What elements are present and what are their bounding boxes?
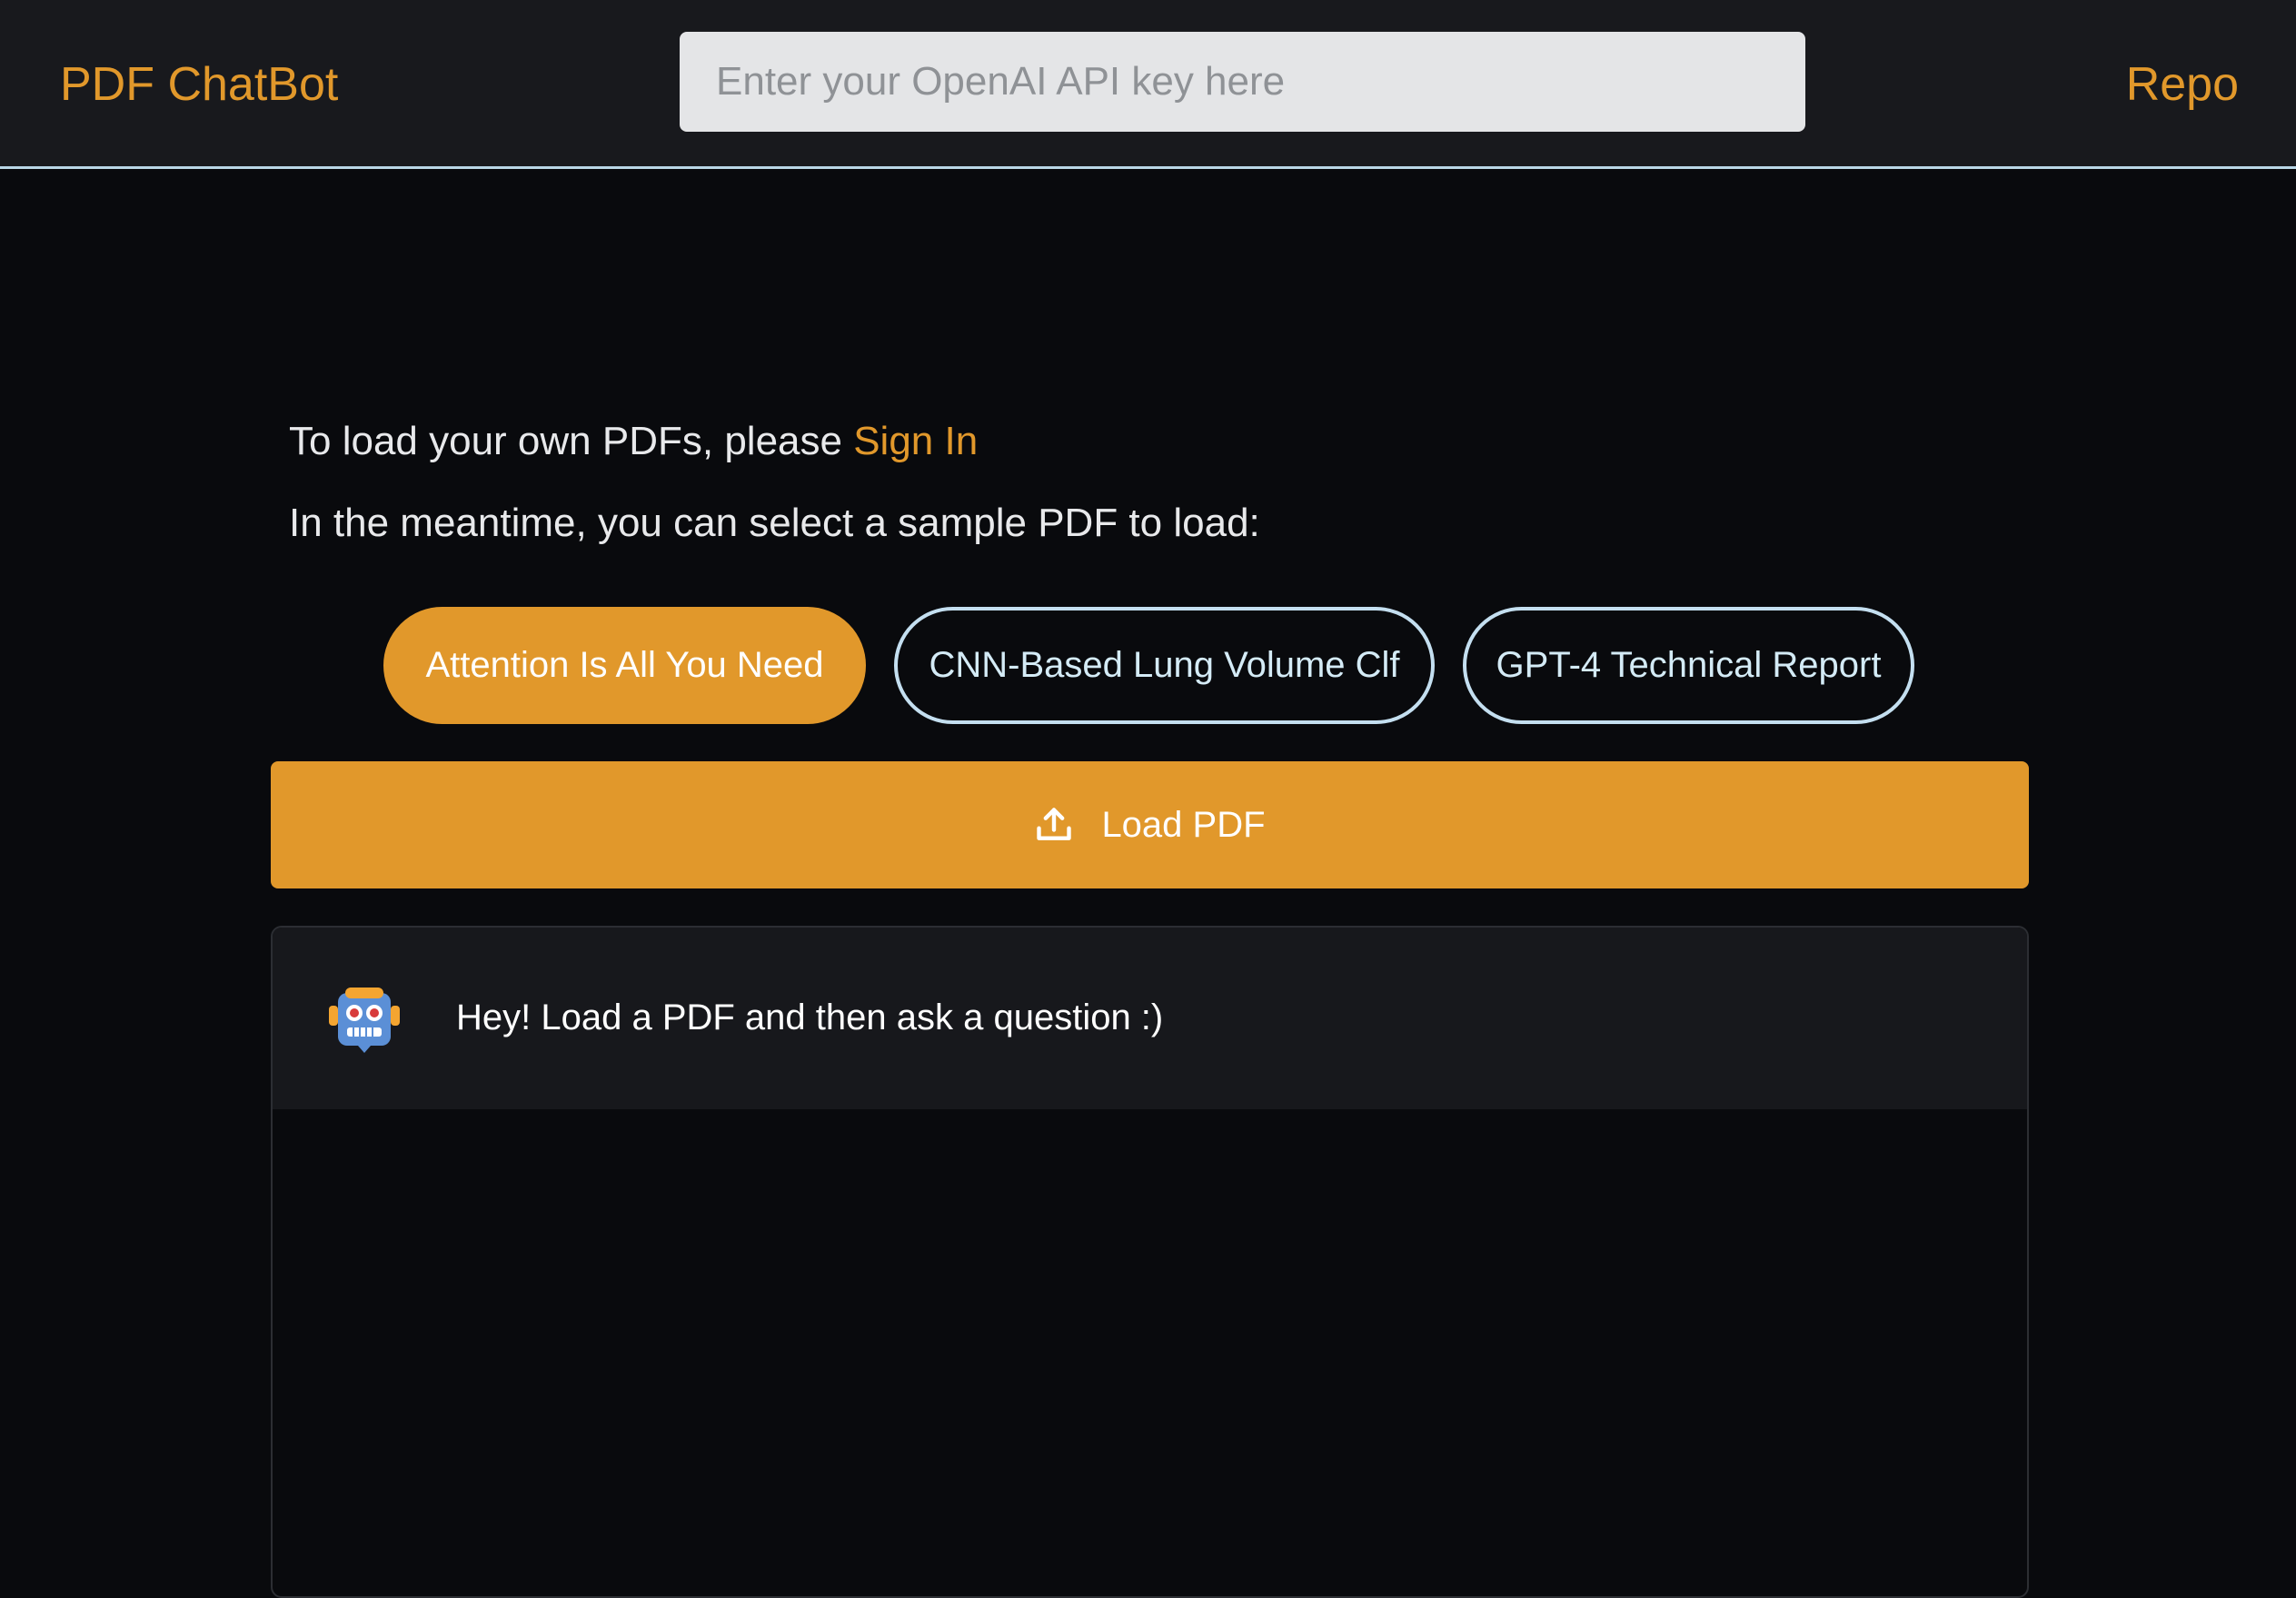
repo-link[interactable]: Repo (2126, 55, 2239, 114)
load-pdf-button[interactable]: Load PDF (271, 761, 2029, 888)
robot-icon (325, 980, 403, 1058)
top-navbar: PDF ChatBot Repo (0, 0, 2296, 169)
sample-pdf-gpt4-report-button[interactable]: GPT-4 Technical Report (1463, 607, 1914, 724)
sample-pdf-attention-button[interactable]: Attention Is All You Need (383, 607, 866, 724)
brand-link[interactable]: PDF ChatBot (60, 55, 338, 114)
sample-pdf-lung-volume-button[interactable]: CNN-Based Lung Volume Clf (894, 607, 1435, 724)
sign-in-link[interactable]: Sign In (853, 419, 978, 463)
sample-instructions: In the meantime, you can select a sample… (289, 501, 1260, 545)
chat-panel: Hey! Load a PDF and then ask a question … (271, 926, 2029, 1598)
sign-in-prompt-text: To load your own PDFs, please (289, 419, 854, 463)
bot-message: Hey! Load a PDF and then ask a question … (273, 928, 2027, 1109)
load-pdf-label: Load PDF (1101, 804, 1266, 845)
sign-in-prompt: To load your own PDFs, please Sign In (289, 414, 978, 469)
bot-message-text: Hey! Load a PDF and then ask a question … (456, 998, 1164, 1037)
upload-icon (1034, 805, 1074, 845)
api-key-input[interactable] (680, 32, 1805, 132)
